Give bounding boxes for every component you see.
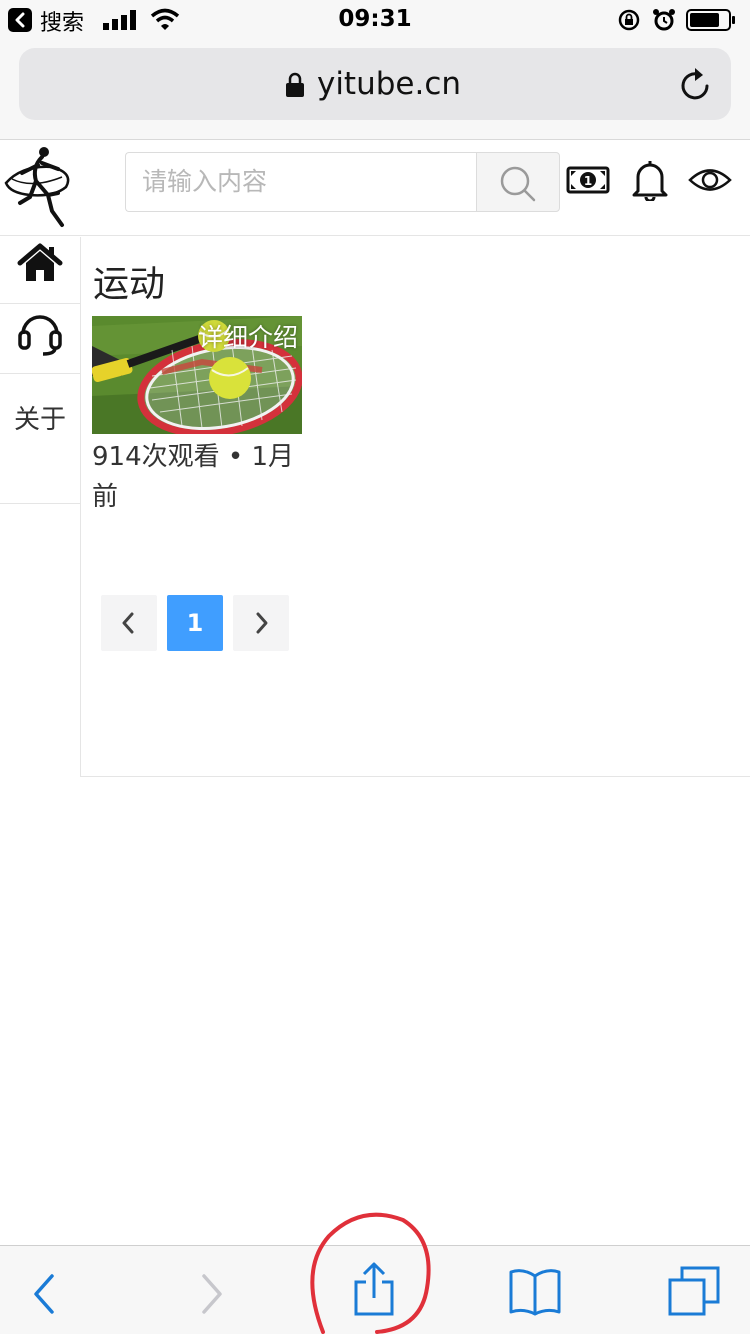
url-text[interactable]: yitube.cn: [19, 66, 731, 102]
sidebar-item-support[interactable]: [0, 304, 80, 374]
tennis-player-logo[interactable]: [2, 143, 76, 231]
chevron-left-icon: [122, 612, 134, 634]
forward-icon[interactable]: [200, 1274, 224, 1314]
alarm-icon: [653, 9, 675, 31]
annotation-circle: [310, 1212, 431, 1334]
page-1-button[interactable]: 1: [167, 595, 223, 651]
next-page-button[interactable]: [233, 595, 289, 651]
address-bar[interactable]: yitube.cn: [19, 48, 731, 120]
chevron-right-icon: [256, 612, 268, 634]
video-thumbnail[interactable]: 详细介绍: [92, 316, 302, 434]
orientation-lock-icon: [618, 9, 640, 31]
main-content: 运动 详细介绍 914次观看 • 1月前 1: [81, 237, 750, 777]
home-icon: [17, 243, 63, 281]
search-icon: [500, 166, 536, 202]
site-header: 1: [0, 141, 750, 236]
browser-address-area: yitube.cn: [0, 40, 750, 140]
reload-icon[interactable]: [679, 66, 713, 102]
bell-icon[interactable]: [630, 159, 670, 201]
bookmarks-icon[interactable]: [508, 1268, 562, 1316]
tabs-icon[interactable]: [668, 1266, 720, 1316]
status-bar: 搜索 09:31: [0, 0, 750, 40]
search-input-wrapper: [125, 152, 477, 212]
headset-icon: [18, 315, 62, 356]
search-button[interactable]: [476, 152, 560, 212]
section-title: 运动: [93, 264, 166, 305]
prev-page-button[interactable]: [101, 595, 157, 651]
sidebar-item-about[interactable]: 关于: [0, 374, 80, 504]
svg-text:1: 1: [584, 174, 592, 188]
sidebar-item-home[interactable]: [0, 237, 80, 304]
sidebar: 关于: [0, 237, 81, 777]
back-icon[interactable]: [32, 1274, 56, 1314]
money-icon[interactable]: 1: [566, 165, 610, 195]
eye-icon[interactable]: [688, 165, 732, 195]
search-input[interactable]: [126, 153, 466, 209]
video-card[interactable]: 详细介绍 914次观看 • 1月前: [92, 316, 302, 517]
battery-icon: [686, 9, 735, 31]
thumbnail-details-label[interactable]: 详细介绍: [198, 318, 298, 354]
sidebar-item-about-label: 关于: [13, 405, 66, 435]
video-meta: 914次观看 • 1月前: [92, 442, 295, 512]
